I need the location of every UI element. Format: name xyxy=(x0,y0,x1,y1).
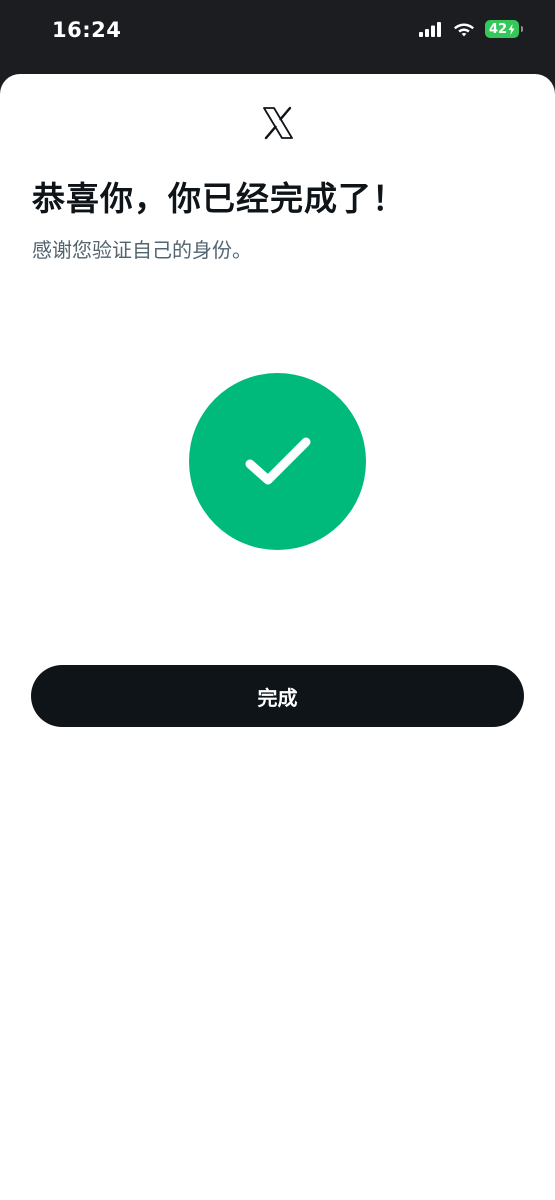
verification-sheet: 恭喜你，你已经完成了！ 感谢您验证自己的身份。 完成 xyxy=(0,74,555,1200)
done-button[interactable]: 完成 xyxy=(31,665,524,727)
page-subtitle: 感谢您验证自己的身份。 xyxy=(32,238,252,262)
success-badge xyxy=(189,373,366,550)
checkmark-icon xyxy=(245,437,310,484)
status-icons: 42 xyxy=(419,20,523,38)
wifi-icon xyxy=(454,23,474,37)
status-bar: 16:24 42 xyxy=(0,0,555,74)
battery-charging-icon: 42 xyxy=(485,20,523,38)
battery-level: 42 xyxy=(488,21,508,37)
page-title: 恭喜你，你已经完成了！ xyxy=(32,179,406,218)
bolt-icon xyxy=(508,23,515,35)
x-logo-icon xyxy=(263,106,293,140)
signal-icon xyxy=(419,22,441,37)
status-time: 16:24 xyxy=(52,18,122,42)
